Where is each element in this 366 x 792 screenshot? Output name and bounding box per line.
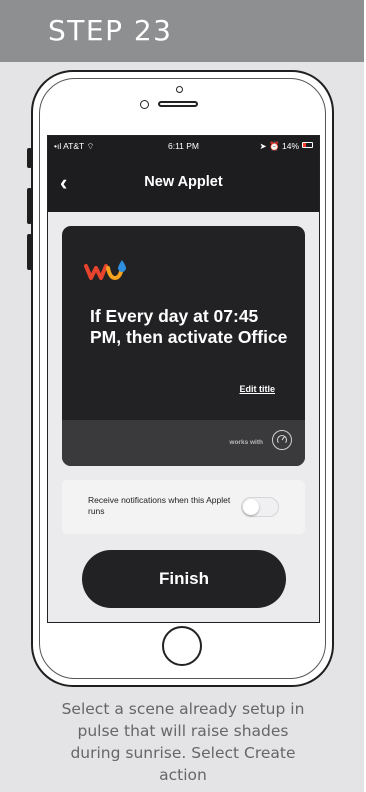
proximity-sensor	[176, 86, 183, 93]
toggle-knob	[243, 499, 259, 515]
location-icon: ➤	[259, 141, 270, 151]
step-header: STEP 23	[0, 0, 364, 62]
page-title: New Applet	[144, 174, 223, 190]
works-with-label: works with	[229, 439, 263, 446]
status-bar: •ıl AT&T ⌔ 6:11 PM ➤ ⏰ 14%	[48, 136, 319, 156]
step-title: STEP 23	[48, 14, 173, 47]
notification-toggle[interactable]	[241, 497, 279, 517]
applet-card: If Every day at 07:45 PM, then activate …	[62, 226, 305, 466]
alarm-icon: ⏰	[269, 141, 282, 151]
weather-underground-logo	[84, 260, 126, 281]
home-button	[162, 626, 202, 666]
status-right: ➤ ⏰ 14%	[259, 141, 299, 151]
front-camera	[140, 100, 149, 109]
notification-label: Receive notifications when this Applet r…	[88, 495, 231, 516]
phone-screen: •ıl AT&T ⌔ 6:11 PM ➤ ⏰ 14% ‹ New Applet …	[47, 135, 320, 623]
instruction-caption: Select a scene already setup in pulse th…	[61, 700, 305, 784]
battery-icon	[302, 142, 313, 148]
card-footer: works with	[62, 420, 305, 466]
edit-title-link[interactable]: Edit title	[240, 384, 276, 394]
notification-setting-row: Receive notifications when this Applet r…	[62, 480, 305, 534]
gauge-icon	[272, 430, 292, 450]
earpiece-speaker	[158, 101, 198, 107]
finish-button[interactable]: Finish	[82, 550, 286, 608]
nav-bar: ‹ New Applet	[48, 156, 319, 212]
applet-title: If Every day at 07:45 PM, then activate …	[90, 306, 288, 347]
